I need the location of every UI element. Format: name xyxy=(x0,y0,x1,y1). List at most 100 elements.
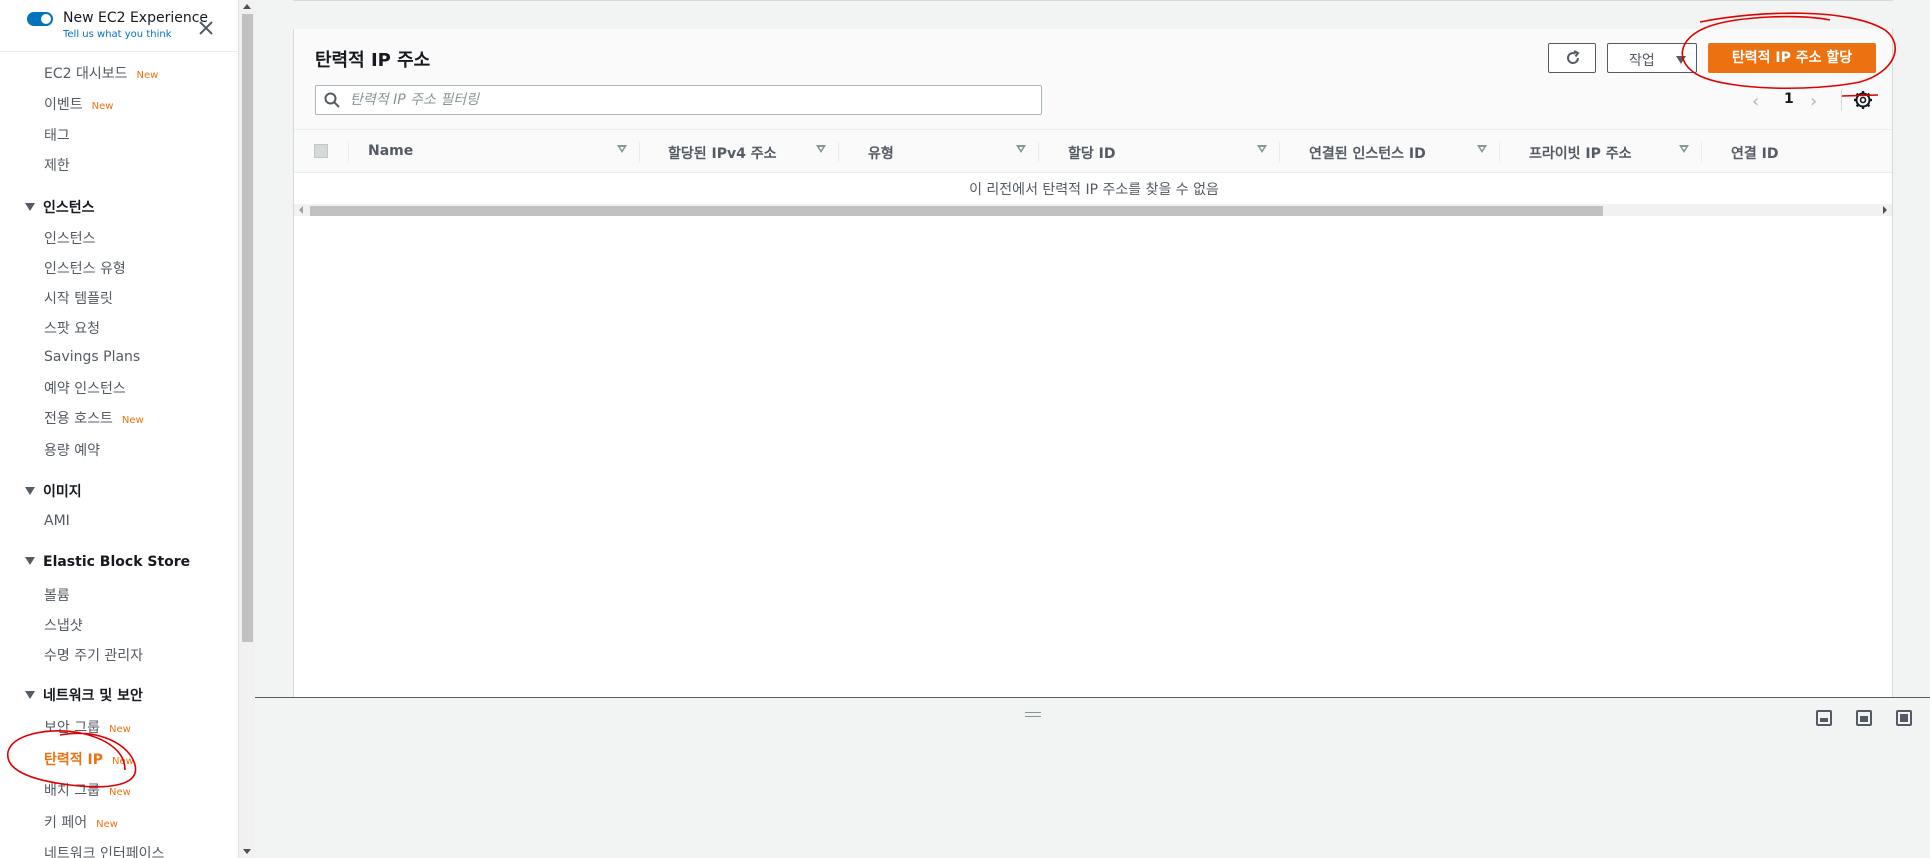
sidebar-item-key-pairs[interactable]: 키 페어 New xyxy=(44,812,118,832)
close-icon[interactable] xyxy=(196,18,216,38)
sidebar-section-images[interactable]: 이미지 xyxy=(25,481,82,501)
actions-dropdown[interactable]: 작업 xyxy=(1607,43,1697,73)
column-divider xyxy=(1279,142,1280,162)
sidebar-scroll-thumb[interactable] xyxy=(242,14,253,642)
sort-icon[interactable] xyxy=(1679,145,1689,153)
sidebar-item-savings-plans[interactable]: Savings Plans xyxy=(44,349,140,365)
allocate-elastic-ip-button[interactable]: 탄력적 IP 주소 할당 xyxy=(1708,43,1876,73)
scroll-right-icon[interactable] xyxy=(1883,206,1887,214)
new-badge: New xyxy=(121,415,144,426)
column-header-allocation-id[interactable]: 할당 ID xyxy=(1068,143,1115,163)
scroll-left-icon[interactable] xyxy=(299,206,303,214)
caret-down-icon xyxy=(1676,56,1686,64)
sidebar-item-label: 탄력적 IP xyxy=(44,752,103,768)
sidebar-item-elastic-ips[interactable]: 탄력적 IP New xyxy=(44,749,134,769)
sidebar-item-label: EC2 대시보드 xyxy=(44,66,128,82)
sidebar-section-instances[interactable]: 인스턴스 xyxy=(25,197,95,217)
new-badge: New xyxy=(108,787,131,798)
sidebar-item-label: 이벤트 xyxy=(44,97,83,113)
column-divider xyxy=(348,142,349,162)
sort-icon[interactable] xyxy=(816,145,826,153)
split-panel xyxy=(255,697,1930,858)
column-header-name[interactable]: Name xyxy=(368,143,413,159)
horizontal-scrollbar[interactable] xyxy=(294,204,1892,216)
column-header-ipv4[interactable]: 할당된 IPv4 주소 xyxy=(668,143,777,163)
search-icon xyxy=(324,92,340,108)
sidebar-item-label: 키 페어 xyxy=(44,815,88,831)
caret-down-icon xyxy=(25,203,35,211)
sidebar-item-dedicated-hosts[interactable]: 전용 호스트 New xyxy=(44,408,144,428)
sidebar-item-spot-requests[interactable]: 스팟 요청 xyxy=(44,318,100,338)
column-divider xyxy=(1701,142,1702,162)
sidebar-item-dashboard[interactable]: EC2 대시보드 New xyxy=(44,63,158,83)
scroll-up-icon[interactable] xyxy=(243,4,251,9)
sidebar-item-instance-types[interactable]: 인스턴스 유형 xyxy=(44,258,126,278)
page-title: 탄력적 IP 주소 xyxy=(315,50,431,71)
sidebar-item-capacity-reservations[interactable]: 용량 예약 xyxy=(44,440,100,460)
column-divider xyxy=(1499,142,1500,162)
column-header-type[interactable]: 유형 xyxy=(868,143,894,163)
scroll-down-icon[interactable] xyxy=(243,849,251,854)
page-number[interactable]: 1 xyxy=(1784,91,1794,107)
sort-icon[interactable] xyxy=(1016,145,1026,153)
sidebar-item-label: 배치 그룹 xyxy=(44,783,100,799)
new-badge: New xyxy=(108,724,131,735)
sidebar-item-network-interfaces[interactable]: 네트워크 인터페이스 xyxy=(44,843,164,858)
column-header-association-id[interactable]: 연결 ID xyxy=(1731,143,1778,163)
actions-label: 작업 xyxy=(1629,53,1655,69)
sidebar-item-lifecycle-manager[interactable]: 수명 주기 관리자 xyxy=(44,645,143,665)
new-experience-title: New EC2 Experience xyxy=(63,10,209,26)
split-bottom-icon[interactable] xyxy=(1816,710,1832,726)
divider xyxy=(293,0,1893,1)
sidebar-item-placement-groups[interactable]: 배치 그룹 New xyxy=(44,780,131,800)
divider xyxy=(1841,89,1842,111)
previous-page-icon[interactable]: ‹ xyxy=(1752,91,1759,112)
empty-state-message: 이 리전에서 탄력적 IP 주소를 찾을 수 없음 xyxy=(969,182,1219,198)
sidebar-section-network-security[interactable]: 네트워크 및 보안 xyxy=(25,685,143,705)
sidebar-scrollbar[interactable] xyxy=(238,0,255,858)
sidebar-header: New EC2 Experience Tell us what you thin… xyxy=(0,0,238,52)
sidebar-item-launch-templates[interactable]: 시작 템플릿 xyxy=(44,288,113,308)
new-badge: New xyxy=(111,756,134,767)
search-input[interactable] xyxy=(350,86,1030,114)
column-divider xyxy=(639,142,640,162)
section-label: Elastic Block Store xyxy=(43,554,191,570)
sidebar-item-volumes[interactable]: 볼륨 xyxy=(44,585,70,605)
section-label: 이미지 xyxy=(43,484,82,500)
sidebar-item-tags[interactable]: 태그 xyxy=(44,125,70,145)
new-badge: New xyxy=(91,101,114,112)
sort-icon[interactable] xyxy=(1257,145,1267,153)
caret-down-icon xyxy=(25,487,35,495)
split-full-icon[interactable] xyxy=(1896,710,1912,726)
split-middle-icon[interactable] xyxy=(1856,710,1872,726)
sidebar-item-reserved-instances[interactable]: 예약 인스턴스 xyxy=(44,378,126,398)
sidebar-item-snapshots[interactable]: 스냅샷 xyxy=(44,615,83,635)
feedback-link[interactable]: Tell us what you think xyxy=(63,29,172,40)
column-header-private-ip[interactable]: 프라이빗 IP 주소 xyxy=(1529,143,1632,163)
sidebar-section-ebs[interactable]: Elastic Block Store xyxy=(25,554,190,570)
main-content: 탄력적 IP 주소 작업 탄력적 IP 주소 할당 ‹ 1 xyxy=(255,0,1930,697)
panel-header: 탄력적 IP 주소 작업 탄력적 IP 주소 할당 ‹ 1 xyxy=(294,29,1892,129)
search-box[interactable] xyxy=(315,85,1042,115)
sidebar-item-ami[interactable]: AMI xyxy=(44,513,70,529)
sort-icon[interactable] xyxy=(617,145,627,153)
sidebar-item-limits[interactable]: 제한 xyxy=(44,155,70,175)
resize-handle-icon[interactable] xyxy=(1025,712,1041,717)
elastic-ip-table-panel: 탄력적 IP 주소 작업 탄력적 IP 주소 할당 ‹ 1 xyxy=(293,29,1893,697)
column-divider xyxy=(838,142,839,162)
sidebar-item-events[interactable]: 이벤트 New xyxy=(44,94,113,114)
refresh-button[interactable] xyxy=(1548,43,1596,73)
new-badge: New xyxy=(136,70,159,81)
new-experience-toggle[interactable] xyxy=(27,12,53,26)
select-all-checkbox[interactable] xyxy=(314,144,328,158)
sidebar-item-instances[interactable]: 인스턴스 xyxy=(44,228,96,248)
column-divider xyxy=(1038,142,1039,162)
sort-icon[interactable] xyxy=(1477,145,1487,153)
caret-down-icon xyxy=(25,691,35,699)
horizontal-scroll-thumb[interactable] xyxy=(310,206,1603,216)
gear-icon[interactable] xyxy=(1852,89,1874,111)
column-header-instance-id[interactable]: 연결된 인스턴스 ID xyxy=(1309,143,1426,163)
sidebar-item-security-groups[interactable]: 보안 그룹 New xyxy=(44,717,131,737)
next-page-icon[interactable]: › xyxy=(1810,91,1817,112)
sidebar: New EC2 Experience Tell us what you thin… xyxy=(0,0,238,858)
